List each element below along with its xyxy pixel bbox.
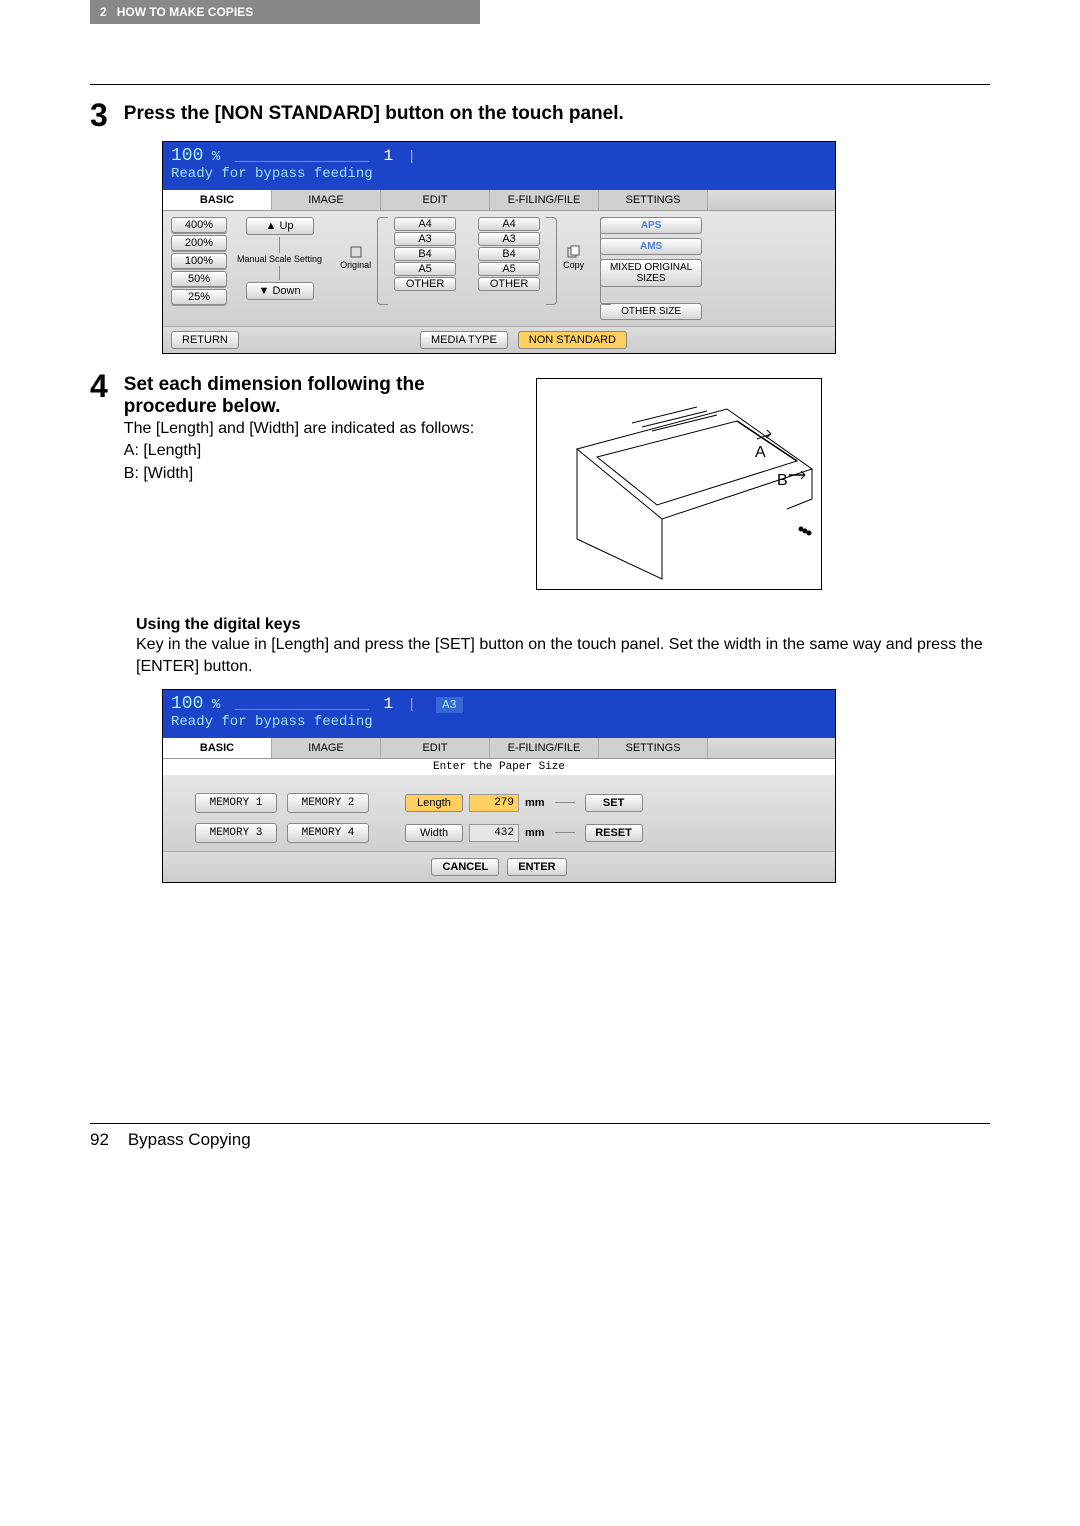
orig-other[interactable]: OTHER: [394, 277, 456, 291]
zoom-400[interactable]: 400%: [171, 217, 227, 233]
orig-a4[interactable]: A4: [394, 217, 456, 231]
cancel-button[interactable]: CANCEL: [431, 858, 499, 876]
original-icon: [349, 245, 363, 259]
diagram-label-b: B: [777, 472, 788, 489]
mm-unit-2: mm: [525, 827, 545, 839]
step3-number: 3: [90, 99, 108, 131]
step4-title: Set each dimension following the procedu…: [124, 374, 504, 418]
down-button[interactable]: ▼ Down: [246, 282, 314, 300]
zoom-50[interactable]: 50%: [171, 271, 227, 287]
aps-button[interactable]: APS: [600, 217, 702, 234]
diagram-label-a: A: [755, 444, 766, 461]
ss1-tabs: BASIC IMAGE EDIT E-FILING/FILE SETTINGS: [163, 190, 835, 211]
ss1-header: 100 % ________________ 1 | Ready for byp…: [163, 142, 835, 190]
length-value[interactable]: 279: [469, 794, 519, 812]
set-button[interactable]: SET: [585, 794, 643, 812]
step3-title: Press the [NON STANDARD] button on the t…: [124, 103, 624, 131]
copy-a4[interactable]: A4: [478, 217, 540, 231]
orig-b4[interactable]: B4: [394, 247, 456, 261]
zoom-value: 100: [171, 146, 203, 166]
enter-button[interactable]: ENTER: [507, 858, 566, 876]
original-icon-label: Original: [340, 245, 371, 270]
media-type-button[interactable]: MEDIA TYPE: [420, 331, 508, 349]
digital-keys-desc: Key in the value in [Length] and press t…: [136, 634, 990, 679]
paper-dimension-diagram: A B: [536, 378, 822, 590]
section-title: Bypass Copying: [128, 1130, 251, 1149]
size-indicator: A3: [436, 697, 462, 713]
status-text-2: Ready for bypass feeding: [171, 714, 373, 730]
orig-a3[interactable]: A3: [394, 232, 456, 246]
percent-symbol: %: [212, 149, 220, 165]
zoom-200[interactable]: 200%: [171, 235, 227, 251]
step4-desc3: B: [Width]: [124, 463, 504, 485]
top-rule: [90, 84, 990, 85]
memory-2-button[interactable]: MEMORY 2: [287, 793, 369, 813]
tab-edit-2[interactable]: EDIT: [381, 738, 490, 758]
memory-4-button[interactable]: MEMORY 4: [287, 823, 369, 843]
manual-scale-label: Manual Scale Setting: [237, 255, 322, 264]
mixed-button[interactable]: MIXED ORIGINAL SIZES: [600, 259, 702, 287]
screenshot-2: 100 % ________________ 1 | A3 Ready for …: [162, 689, 836, 883]
copy-a3[interactable]: A3: [478, 232, 540, 246]
non-standard-button[interactable]: NON STANDARD: [518, 331, 627, 349]
zoom-100[interactable]: 100%: [171, 253, 227, 269]
page-footer: 92 Bypass Copying: [90, 1130, 990, 1150]
percent-symbol-2: %: [212, 697, 220, 713]
tab-basic[interactable]: BASIC: [163, 190, 272, 210]
tab-settings-2[interactable]: SETTINGS: [599, 738, 708, 758]
memory-3-button[interactable]: MEMORY 3: [195, 823, 277, 843]
other-size-button[interactable]: OTHER SIZE: [600, 303, 702, 320]
width-label[interactable]: Width: [405, 824, 463, 842]
zoom-value-2: 100: [171, 694, 203, 714]
enter-paper-label: Enter the Paper Size: [163, 759, 835, 775]
tab-edit[interactable]: EDIT: [381, 190, 490, 210]
return-button[interactable]: RETURN: [171, 331, 239, 349]
step4-desc1: The [Length] and [Width] are indicated a…: [124, 418, 504, 440]
mm-unit-1: mm: [525, 797, 545, 809]
ss2-header: 100 % ________________ 1 | A3 Ready for …: [163, 690, 835, 738]
copy-icon: [567, 245, 581, 259]
digital-keys-heading: Using the digital keys: [136, 616, 990, 634]
screenshot-1: 100 % ________________ 1 | Ready for byp…: [162, 141, 836, 354]
tab-settings[interactable]: SETTINGS: [599, 190, 708, 210]
zoom-25[interactable]: 25%: [171, 289, 227, 305]
step4-number: 4: [90, 370, 108, 590]
tab-image[interactable]: IMAGE: [272, 190, 381, 210]
memory-1-button[interactable]: MEMORY 1: [195, 793, 277, 813]
up-button[interactable]: ▲ Up: [246, 217, 314, 235]
status-text: Ready for bypass feeding: [171, 166, 373, 182]
copy-a5[interactable]: A5: [478, 262, 540, 276]
ams-button[interactable]: AMS: [600, 238, 702, 255]
tab-efiling[interactable]: E-FILING/FILE: [490, 190, 599, 210]
copy-b4[interactable]: B4: [478, 247, 540, 261]
chapter-number: 2: [100, 5, 107, 19]
bottom-rule: [90, 1123, 990, 1124]
orig-a5[interactable]: A5: [394, 262, 456, 276]
chapter-header: 2 HOW TO MAKE COPIES: [90, 0, 480, 24]
tab-image-2[interactable]: IMAGE: [272, 738, 381, 758]
copy-count-2: 1: [383, 695, 393, 713]
tab-basic-2[interactable]: BASIC: [163, 738, 272, 758]
copy-icon-label: Copy: [563, 245, 584, 270]
tab-efiling-2[interactable]: E-FILING/FILE: [490, 738, 599, 758]
step4-desc2: A: [Length]: [124, 440, 504, 462]
length-label[interactable]: Length: [405, 794, 463, 812]
reset-button[interactable]: RESET: [585, 824, 643, 842]
width-value[interactable]: 432: [469, 824, 519, 842]
page-number: 92: [90, 1130, 109, 1149]
copy-other[interactable]: OTHER: [478, 277, 540, 291]
copy-count: 1: [383, 147, 393, 165]
ss2-tabs: BASIC IMAGE EDIT E-FILING/FILE SETTINGS: [163, 738, 835, 759]
chapter-title: HOW TO MAKE COPIES: [117, 5, 253, 19]
